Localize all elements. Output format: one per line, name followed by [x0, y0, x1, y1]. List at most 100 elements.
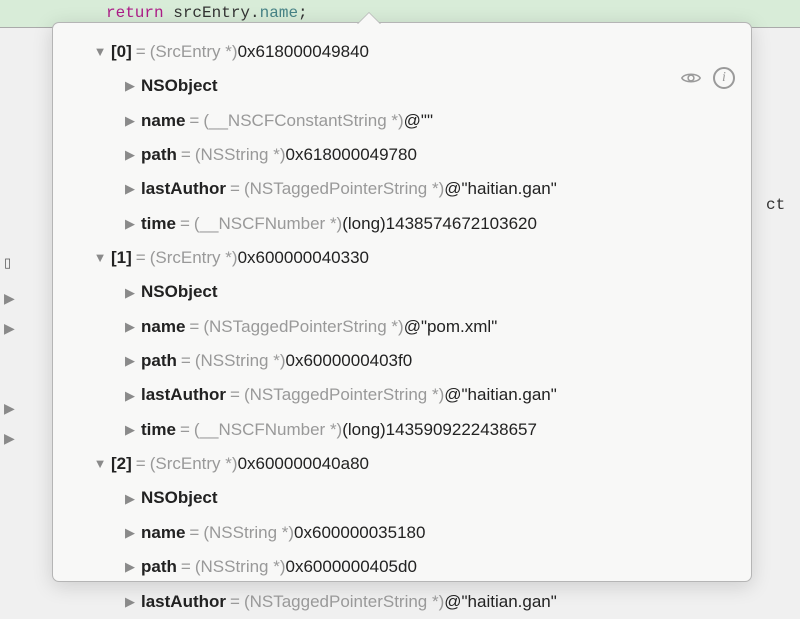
- property-label: lastAuthor: [141, 176, 226, 202]
- disclosure-down-icon[interactable]: ▼: [93, 42, 107, 62]
- tree-property[interactable]: ▶time = (__NSCFNumber *) (long)143857467…: [59, 207, 745, 241]
- left-panel-fragment: ▯: [4, 255, 11, 271]
- disclosure-right-icon[interactable]: ▶: [123, 420, 137, 440]
- variable-tree[interactable]: ▼[0] = (SrcEntry *) 0x618000049840▶NSObj…: [53, 35, 751, 619]
- gutter-arrow-icon: ▶: [4, 400, 15, 417]
- disclosure-down-icon[interactable]: ▼: [93, 248, 107, 268]
- property-value: 0x6000000403f0: [286, 348, 413, 374]
- tree-entry[interactable]: ▼[2] = (SrcEntry *) 0x600000040a80: [59, 447, 745, 481]
- property-label: name: [141, 314, 185, 340]
- property-type: (NSString *): [195, 348, 286, 374]
- property-value: @"pom.xml": [404, 314, 498, 340]
- equals: =: [226, 176, 244, 202]
- equals: =: [226, 382, 244, 408]
- disclosure-right-icon[interactable]: ▶: [123, 76, 137, 96]
- info-icon[interactable]: i: [713, 67, 735, 89]
- disclosure-right-icon[interactable]: ▶: [123, 351, 137, 371]
- disclosure-right-icon[interactable]: ▶: [123, 317, 137, 337]
- equals: =: [132, 39, 150, 65]
- equals: =: [185, 314, 203, 340]
- equals: =: [177, 348, 195, 374]
- property-label: path: [141, 142, 177, 168]
- equals: =: [226, 589, 244, 615]
- tree-property[interactable]: ▶path = (NSString *) 0x618000049780: [59, 138, 745, 172]
- right-code-fragment: ct: [766, 190, 800, 220]
- entry-type: (SrcEntry *): [150, 39, 238, 65]
- property-value: 0x618000049780: [286, 142, 417, 168]
- equals: =: [177, 142, 195, 168]
- gutter-arrow-icon: ▶: [4, 430, 15, 447]
- equals: =: [177, 554, 195, 580]
- code-property: name: [260, 4, 298, 22]
- property-type: (NSTaggedPointerString *): [244, 382, 444, 408]
- tree-property[interactable]: ▶path = (NSString *) 0x6000000405d0: [59, 550, 745, 584]
- disclosure-right-icon[interactable]: ▶: [123, 111, 137, 131]
- property-value: (long)1435909222438657: [342, 417, 537, 443]
- property-value: @"haitian.gan": [444, 176, 557, 202]
- property-type: (__NSCFNumber *): [194, 417, 342, 443]
- tree-property[interactable]: ▶lastAuthor = (NSTaggedPointerString *) …: [59, 378, 745, 412]
- equals: =: [176, 417, 194, 443]
- entry-address: 0x600000040a80: [238, 451, 369, 477]
- entry-index: [0]: [111, 39, 132, 65]
- tree-entry[interactable]: ▼[1] = (SrcEntry *) 0x600000040330: [59, 241, 745, 275]
- entry-index: [1]: [111, 245, 132, 271]
- tree-property[interactable]: ▶NSObject: [59, 69, 745, 103]
- tree-property[interactable]: ▶name = (__NSCFConstantString *) @"": [59, 104, 745, 138]
- property-label: lastAuthor: [141, 589, 226, 615]
- keyword-return: return: [106, 4, 164, 22]
- tree-property[interactable]: ▶path = (NSString *) 0x6000000403f0: [59, 344, 745, 378]
- property-type: (NSString *): [203, 520, 294, 546]
- tree-property[interactable]: ▶NSObject: [59, 275, 745, 309]
- property-label: lastAuthor: [141, 382, 226, 408]
- tree-property[interactable]: ▶name = (NSTaggedPointerString *) @"pom.…: [59, 310, 745, 344]
- property-value: @"": [404, 108, 433, 134]
- property-label: NSObject: [141, 73, 218, 99]
- property-label: name: [141, 108, 185, 134]
- entry-type: (SrcEntry *): [150, 451, 238, 477]
- tree-property[interactable]: ▶lastAuthor = (NSTaggedPointerString *) …: [59, 585, 745, 619]
- disclosure-right-icon[interactable]: ▶: [123, 386, 137, 406]
- property-value: 0x600000035180: [294, 520, 425, 546]
- entry-index: [2]: [111, 451, 132, 477]
- property-type: (NSString *): [195, 554, 286, 580]
- equals: =: [132, 451, 150, 477]
- property-label: path: [141, 554, 177, 580]
- property-type: (__NSCFConstantString *): [203, 108, 403, 134]
- property-type: (NSTaggedPointerString *): [244, 589, 444, 615]
- quicklook-icon[interactable]: [679, 67, 703, 89]
- property-value: 0x6000000405d0: [286, 554, 417, 580]
- disclosure-right-icon[interactable]: ▶: [123, 592, 137, 612]
- equals: =: [185, 520, 203, 546]
- property-label: name: [141, 520, 185, 546]
- variables-popover: i ▼[0] = (SrcEntry *) 0x618000049840▶NSO…: [52, 22, 752, 582]
- disclosure-right-icon[interactable]: ▶: [123, 283, 137, 303]
- disclosure-right-icon[interactable]: ▶: [123, 557, 137, 577]
- property-label: time: [141, 211, 176, 237]
- code-object: srcEntry.: [173, 4, 259, 22]
- tree-property[interactable]: ▶name = (NSString *) 0x600000035180: [59, 516, 745, 550]
- property-label: time: [141, 417, 176, 443]
- property-value: (long)1438574672103620: [342, 211, 537, 237]
- disclosure-right-icon[interactable]: ▶: [123, 214, 137, 234]
- property-type: (NSTaggedPointerString *): [244, 176, 444, 202]
- disclosure-right-icon[interactable]: ▶: [123, 523, 137, 543]
- disclosure-right-icon[interactable]: ▶: [123, 179, 137, 199]
- property-value: @"haitian.gan": [444, 589, 557, 615]
- property-label: NSObject: [141, 279, 218, 305]
- equals: =: [132, 245, 150, 271]
- property-type: (NSString *): [195, 142, 286, 168]
- disclosure-right-icon[interactable]: ▶: [123, 145, 137, 165]
- tree-entry[interactable]: ▼[0] = (SrcEntry *) 0x618000049840: [59, 35, 745, 69]
- gutter-arrow-icon: ▶: [4, 290, 15, 307]
- tree-property[interactable]: ▶lastAuthor = (NSTaggedPointerString *) …: [59, 172, 745, 206]
- tree-property[interactable]: ▶NSObject: [59, 481, 745, 515]
- property-type: (__NSCFNumber *): [194, 211, 342, 237]
- tree-property[interactable]: ▶time = (__NSCFNumber *) (long)143590922…: [59, 413, 745, 447]
- disclosure-down-icon[interactable]: ▼: [93, 454, 107, 474]
- equals: =: [185, 108, 203, 134]
- property-value: @"haitian.gan": [444, 382, 557, 408]
- entry-address: 0x618000049840: [238, 39, 369, 65]
- disclosure-right-icon[interactable]: ▶: [123, 489, 137, 509]
- entry-address: 0x600000040330: [238, 245, 369, 271]
